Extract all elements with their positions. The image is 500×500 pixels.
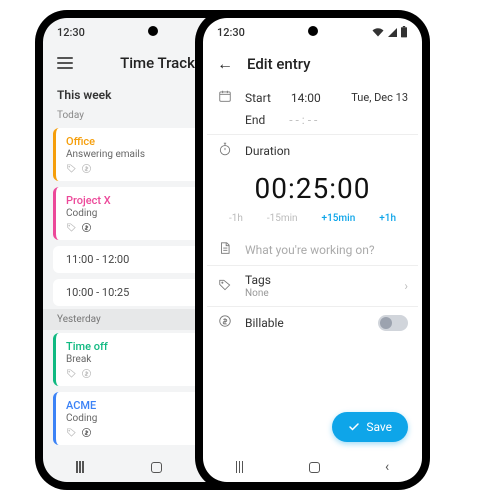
- quick-plus-1h[interactable]: +1h: [379, 213, 396, 224]
- time-slot: 11:00 - 12:00: [66, 253, 129, 266]
- tags-label: Tags: [245, 273, 392, 287]
- status-time: 12:30: [57, 26, 85, 39]
- quick-minus-15m[interactable]: -15min: [267, 213, 298, 224]
- description-row[interactable]: What you're working on?: [207, 234, 418, 265]
- check-icon: [348, 421, 360, 433]
- billable-icon: [81, 427, 92, 438]
- status-time: 12:30: [217, 26, 245, 39]
- back-arrow-icon[interactable]: ←: [217, 54, 233, 74]
- description-input[interactable]: What you're working on?: [245, 243, 375, 257]
- billable-icon: [81, 163, 92, 174]
- signal-icon: [387, 27, 397, 37]
- battery-icon: [400, 26, 408, 38]
- duration-label: Duration: [245, 144, 290, 158]
- billable-icon: [81, 222, 92, 233]
- billable-icon: [81, 368, 92, 379]
- tag-icon: [66, 163, 77, 174]
- hamburger-icon[interactable]: [57, 57, 73, 69]
- tag-icon: [66, 368, 77, 379]
- quick-plus-15m[interactable]: +15min: [322, 213, 356, 224]
- billable-toggle[interactable]: [378, 315, 408, 331]
- phone-right-screen: 12:30 ← Edit entry Start 14:00 Tue, Dec …: [203, 18, 422, 482]
- billable-icon: [217, 314, 233, 331]
- start-time-value: 14:00: [291, 91, 321, 105]
- wifi-icon: [372, 27, 384, 37]
- tag-icon: [66, 222, 77, 233]
- calendar-icon: [217, 89, 233, 106]
- app-bar: ← Edit entry: [203, 46, 422, 82]
- duration-row: Duration: [207, 134, 418, 166]
- nav-home-button[interactable]: [151, 462, 162, 473]
- nav-recent-button[interactable]: [236, 461, 244, 473]
- quick-adjust-buttons: -1h -15min +15min +1h: [207, 213, 418, 234]
- start-time-row[interactable]: Start 14:00 Tue, Dec 13: [207, 82, 418, 113]
- end-time-row[interactable]: End - - : - -: [207, 113, 418, 134]
- tags-row[interactable]: Tags None ›: [207, 265, 418, 306]
- end-label: End: [245, 113, 265, 127]
- app-title: Edit entry: [247, 55, 408, 73]
- save-button[interactable]: Save: [332, 412, 408, 442]
- start-date-value: Tue, Dec 13: [351, 91, 408, 104]
- camera-notch: [308, 26, 318, 36]
- tag-icon: [66, 427, 77, 438]
- billable-label: Billable: [245, 316, 366, 330]
- document-icon: [217, 241, 233, 258]
- nav-back-button[interactable]: ‹: [385, 459, 389, 475]
- nav-recent-button[interactable]: [76, 461, 84, 473]
- chevron-right-icon: ›: [404, 279, 408, 293]
- status-icons: [372, 26, 408, 38]
- save-button-label: Save: [366, 420, 392, 434]
- time-slot: 10:00 - 10:25: [66, 286, 129, 299]
- phone-right-frame: 12:30 ← Edit entry Start 14:00 Tue, Dec …: [195, 10, 430, 490]
- nav-home-button[interactable]: [309, 462, 320, 473]
- end-time-value: - - : - -: [289, 113, 317, 127]
- edit-form: Start 14:00 Tue, Dec 13 End - - : - - Du…: [203, 82, 422, 452]
- camera-notch: [148, 26, 158, 36]
- tags-value: None: [245, 288, 392, 299]
- duration-value[interactable]: 00:25:00: [207, 166, 418, 213]
- tag-icon: [217, 278, 233, 295]
- start-label: Start: [245, 91, 271, 105]
- billable-row[interactable]: Billable: [207, 306, 418, 338]
- stopwatch-icon: [217, 142, 233, 159]
- quick-minus-1h[interactable]: -1h: [229, 213, 243, 224]
- android-nav-bar: ‹: [203, 452, 422, 482]
